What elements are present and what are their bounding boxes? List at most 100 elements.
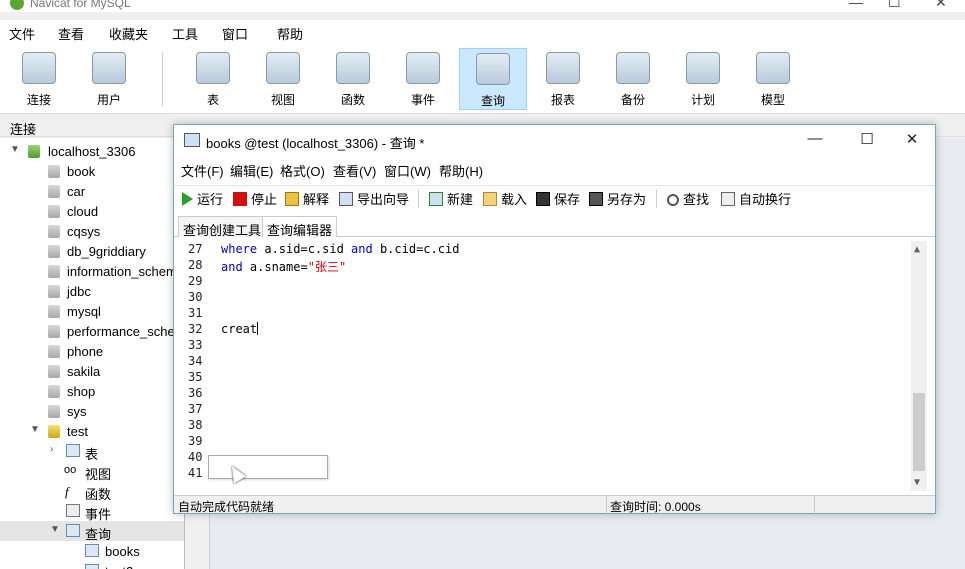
tree-database[interactable]: cloud [0,201,184,221]
tree-database[interactable]: phone [0,341,184,361]
tree-database[interactable]: cqsys [0,221,184,241]
tab-query-builder[interactable]: 查询创建工具 [178,216,267,238]
editor-line[interactable]: 37 [178,401,913,417]
tree-node-queries[interactable]: ▼ 查询 [0,521,184,542]
explain-button[interactable]: 解释 [285,189,329,209]
toolbar-model-button[interactable]: 模型 [739,48,807,110]
database-icon [48,345,60,358]
editor-line[interactable]: 35 [178,369,913,385]
menu-tools[interactable]: 工具 [172,24,198,43]
query-menu-window[interactable]: 窗口(W) [384,161,431,180]
maximize-icon[interactable]: ☐ [888,0,901,11]
tree-database[interactable]: book [0,161,184,181]
chevron-right-icon[interactable]: › [50,444,53,455]
scrollbar-thumb[interactable] [913,393,925,471]
line-number: 35 [188,370,203,384]
tree-database[interactable]: jdbc [0,281,184,301]
minimize-icon[interactable]: — [849,0,863,10]
query-menu-format[interactable]: 格式(O) [280,161,325,180]
editor-line[interactable]: 31 [178,305,913,321]
query-menu-help[interactable]: 帮助(H) [439,161,483,180]
save-as-label: 另存为 [607,192,647,207]
connection-bar-label: 连接 [10,122,37,137]
editor-line[interactable]: 36 [178,385,913,401]
close-icon[interactable]: ✕ [902,130,922,148]
close-icon[interactable]: ✕ [935,0,947,11]
run-button[interactable]: 运行 [182,189,223,209]
toolbar-view-button[interactable]: 视图 [249,48,317,110]
editor-line[interactable]: 28 and a.sname="张三" [178,257,913,274]
editor-line[interactable]: 39 [178,433,913,449]
scroll-up-icon[interactable]: ▲ [914,244,920,255]
save-as-button[interactable]: 另存为 [589,189,646,209]
menu-view[interactable]: 查看 [58,24,84,43]
chevron-down-icon[interactable]: ▼ [50,524,60,535]
sql-editor[interactable]: 27 where a.sid=c.sid and b.cid=c.cid 28 and… [178,241,931,491]
chevron-down-icon[interactable]: ▼ [30,424,40,435]
stop-button[interactable]: 停止 [233,189,277,209]
toolbar-user-button[interactable]: 用户 [75,48,143,110]
query-menu-file[interactable]: 文件(F) [181,161,224,180]
query-menu-edit[interactable]: 编辑(E) [230,161,273,180]
main-toolbar: 连接 用户 表 视图 函数 事件 查询 报表 备份 计划 模型 [0,44,965,114]
load-button[interactable]: 载入 [483,189,527,209]
tree-node-events[interactable]: 事件 [0,501,184,522]
editor-line[interactable]: 27 where a.sid=c.sid and b.cid=c.cid [178,241,913,257]
scroll-down-icon[interactable]: ▼ [914,477,920,488]
line-number: 41 [188,466,203,480]
editor-line[interactable]: 33 [178,337,913,353]
tree-query-item[interactable]: test2 [0,561,184,569]
editor-vertical-scrollbar[interactable]: ▲ ▼ [911,241,927,491]
sql-token: creat [221,322,258,336]
editor-line[interactable]: 32 creat [178,321,913,337]
tree-database[interactable]: db_9griddiary [0,241,184,261]
tree-database[interactable]: sys [0,401,184,421]
toolbar-connect-button[interactable]: 连接 [5,48,73,110]
tree-node-functions[interactable]: f 函数 [0,481,184,502]
line-number: 40 [188,450,203,464]
query-icon [85,564,99,569]
minimize-icon[interactable]: — [805,130,825,147]
tree-database[interactable]: mysql [0,301,184,321]
tree-database[interactable]: performance_sche [0,321,184,341]
tree-database[interactable]: shop [0,381,184,401]
tree-connection[interactable]: ▼ localhost_3306 [0,141,184,161]
toolbar-report-button[interactable]: 报表 [529,48,597,110]
editor-line[interactable]: 38 [178,417,913,433]
connect-icon [22,52,56,84]
query-window-title-bar[interactable]: books @test (localhost_3306) - 查询 * — ☐ … [174,125,935,155]
save-button[interactable]: 保存 [536,189,580,209]
find-button[interactable]: 查找 [667,189,709,209]
export-wizard-button[interactable]: 导出向导 [339,189,409,209]
tab-query-editor[interactable]: 查询编辑器 [262,216,338,238]
tree-database[interactable]: car [0,181,184,201]
backup-icon [616,52,650,84]
menu-window[interactable]: 窗口 [222,24,248,43]
editor-line[interactable]: 30 [178,289,913,305]
toolbar-table-button[interactable]: 表 [179,48,247,110]
editor-line[interactable]: 34 [178,353,913,369]
tree-database-open[interactable]: ▼ test [0,421,184,441]
menu-favorites[interactable]: 收藏夹 [109,24,148,43]
database-icon [48,225,60,238]
tree-database[interactable]: information_schem [0,261,184,281]
editor-line[interactable]: 29 [178,273,913,289]
toolbar-function-button[interactable]: 函数 [319,48,387,110]
tree-query-item[interactable]: books [0,541,184,561]
menu-file[interactable]: 文件 [9,24,35,43]
tree-node-views[interactable]: oo 视图 [0,461,184,482]
menu-help[interactable]: 帮助 [277,24,303,43]
toolbar-backup-button[interactable]: 备份 [599,48,667,110]
new-button[interactable]: 新建 [429,189,473,209]
tree-database[interactable]: sakila [0,361,184,381]
toolbar-event-button[interactable]: 事件 [389,48,457,110]
word-wrap-button[interactable]: 自动换行 [721,189,791,209]
query-menu-view[interactable]: 查看(V) [333,161,376,180]
chevron-down-icon[interactable]: ▼ [10,144,20,155]
autocomplete-popup[interactable] [208,455,328,479]
tree-node-tables[interactable]: › 表 [0,441,184,462]
toolbar-separator [162,52,163,106]
maximize-icon[interactable]: ☐ [857,130,877,148]
toolbar-schedule-button[interactable]: 计划 [669,48,737,110]
toolbar-query-button[interactable]: 查询 [459,48,527,110]
